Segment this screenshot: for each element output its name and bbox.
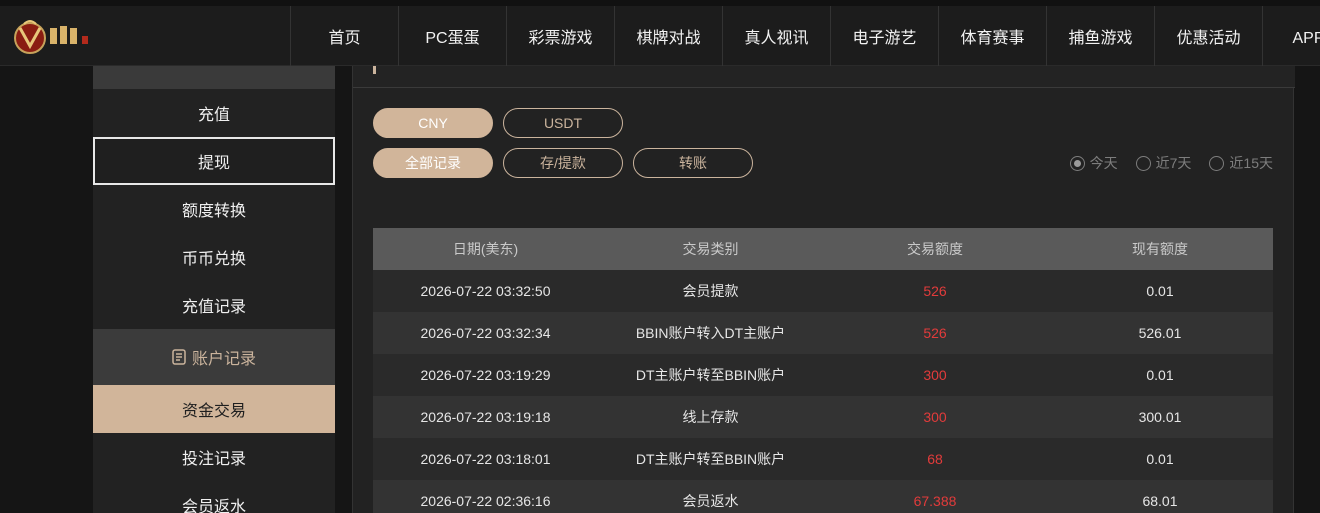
transactions-table: 日期(美东) 交易类别 交易额度 现有额度 2026-07-22 03:32:5…	[373, 228, 1273, 513]
nav-chess-cards[interactable]: 棋牌对战	[614, 6, 722, 66]
cell-balance: 68.01	[1142, 493, 1178, 509]
cell-type: 会员提款	[682, 283, 739, 299]
col-header-date: 日期(美东)	[452, 241, 519, 257]
cell-type: DT主账户转至BBIN账户	[635, 367, 786, 383]
sidebar-section-account-records: 账户记录	[93, 329, 335, 385]
logo-icon	[14, 20, 88, 54]
cell-date: 2026-07-22 03:32:34	[420, 325, 551, 341]
records-icon	[172, 349, 186, 365]
fund-transactions-panel: CNY USDT 全部记录 存/提款 转账 今天 近7天 近15天 日期(美东)…	[352, 66, 1295, 513]
sidebar-item-withdraw[interactable]: 提现	[93, 137, 335, 185]
radio-icon	[1135, 155, 1151, 171]
col-header-amount: 交易额度	[907, 241, 963, 257]
table-row: 2026-07-22 03:19:18 线上存款 300 300.01	[373, 396, 1273, 438]
site-logo[interactable]	[12, 14, 112, 58]
type-tab-deposit-withdraw[interactable]: 存/提款	[503, 148, 623, 178]
nav-sports[interactable]: 体育赛事	[938, 6, 1046, 66]
cell-type: 线上存款	[682, 409, 739, 425]
account-sidebar: 充值 提现 额度转换 币币兑换 充值记录 账户记录 资金交易 投注记录 会员返水	[93, 66, 335, 513]
nav-fishing[interactable]: 捕鱼游戏	[1046, 6, 1154, 66]
table-row: 2026-07-22 03:18:01 DT主账户转至BBIN账户 68 0.0…	[373, 438, 1273, 480]
sidebar-item-transfer[interactable]: 额度转换	[93, 185, 335, 233]
sidebar-item-rebate[interactable]: 会员返水	[93, 481, 335, 513]
cell-date: 2026-07-22 03:19:18	[420, 409, 551, 425]
sidebar-item-fund-transactions[interactable]: 资金交易	[93, 385, 335, 433]
col-header-type: 交易类别	[682, 241, 739, 257]
cell-amount: 526	[923, 325, 947, 341]
nav-app-download[interactable]: APP下	[1262, 6, 1320, 66]
nav-pc-dandan[interactable]: PC蛋蛋	[398, 6, 506, 66]
cell-balance: 0.01	[1146, 367, 1174, 383]
cell-date: 2026-07-22 03:32:50	[420, 283, 551, 299]
cell-balance: 0.01	[1146, 451, 1174, 467]
range-15-days[interactable]: 近15天	[1209, 153, 1273, 173]
nav-lottery[interactable]: 彩票游戏	[506, 6, 614, 66]
table-header: 日期(美东) 交易类别 交易额度 现有额度	[373, 228, 1273, 270]
title-accent-mark	[373, 66, 376, 74]
date-range-selector: 今天 近7天 近15天	[1069, 153, 1273, 173]
sidebar-item-coin-exchange[interactable]: 币币兑换	[93, 233, 335, 281]
currency-tab-usdt[interactable]: USDT	[503, 108, 623, 138]
sidebar-section-label: 账户记录	[191, 351, 256, 368]
nav-electronic-games[interactable]: 电子游艺	[830, 6, 938, 66]
radio-checked-icon	[1069, 155, 1085, 171]
radio-icon	[1209, 155, 1225, 171]
cell-type: BBIN账户转入DT主账户	[635, 325, 786, 341]
range-today[interactable]: 今天	[1069, 153, 1118, 173]
cell-date: 2026-07-22 03:19:29	[420, 367, 551, 383]
range-7-days[interactable]: 近7天	[1135, 153, 1192, 173]
cell-amount: 526	[923, 283, 947, 299]
nav-promotions[interactable]: 优惠活动	[1154, 6, 1262, 66]
currency-tab-cny[interactable]: CNY	[373, 108, 493, 138]
cell-date: 2026-07-22 02:36:16	[420, 493, 551, 509]
type-tab-transfer[interactable]: 转账	[633, 148, 753, 178]
table-row: 2026-07-22 03:32:50 会员提款 526 0.01	[373, 270, 1273, 312]
cell-amount: 300	[923, 367, 947, 383]
sidebar-item-deposit[interactable]: 充值	[93, 89, 335, 137]
range-15-days-label: 近15天	[1229, 155, 1273, 171]
top-header: 首页 PC蛋蛋 彩票游戏 棋牌对战 真人视讯 电子游艺 体育赛事 捕鱼游戏 优惠…	[0, 0, 1320, 66]
sidebar-item-deposit-history[interactable]: 充值记录	[93, 281, 335, 329]
type-tab-all[interactable]: 全部记录	[373, 148, 493, 178]
cell-amount: 67.388	[913, 493, 957, 509]
range-7-days-label: 近7天	[1155, 155, 1192, 171]
sidebar-section-header-clipped	[93, 66, 335, 89]
table-row: 2026-07-22 03:19:29 DT主账户转至BBIN账户 300 0.…	[373, 354, 1273, 396]
panel-title-bar	[353, 66, 1295, 88]
nav-live-casino[interactable]: 真人视讯	[722, 6, 830, 66]
main-nav: 首页 PC蛋蛋 彩票游戏 棋牌对战 真人视讯 电子游艺 体育赛事 捕鱼游戏 优惠…	[290, 6, 1320, 66]
cell-balance: 526.01	[1138, 325, 1182, 341]
cell-balance: 300.01	[1138, 409, 1182, 425]
range-today-label: 今天	[1089, 155, 1118, 171]
col-header-balance: 现有额度	[1132, 241, 1188, 257]
nav-home[interactable]: 首页	[290, 6, 398, 66]
cell-type: 会员返水	[682, 493, 739, 509]
table-row: 2026-07-22 02:36:16 会员返水 67.388 68.01	[373, 480, 1273, 513]
table-row: 2026-07-22 03:32:34 BBIN账户转入DT主账户 526 52…	[373, 312, 1273, 354]
sidebar-item-bet-records[interactable]: 投注记录	[93, 433, 335, 481]
cell-type: DT主账户转至BBIN账户	[635, 451, 786, 467]
cell-amount: 300	[923, 409, 947, 425]
cell-amount: 68	[927, 451, 943, 467]
cell-balance: 0.01	[1146, 283, 1174, 299]
cell-date: 2026-07-22 03:18:01	[420, 451, 551, 467]
